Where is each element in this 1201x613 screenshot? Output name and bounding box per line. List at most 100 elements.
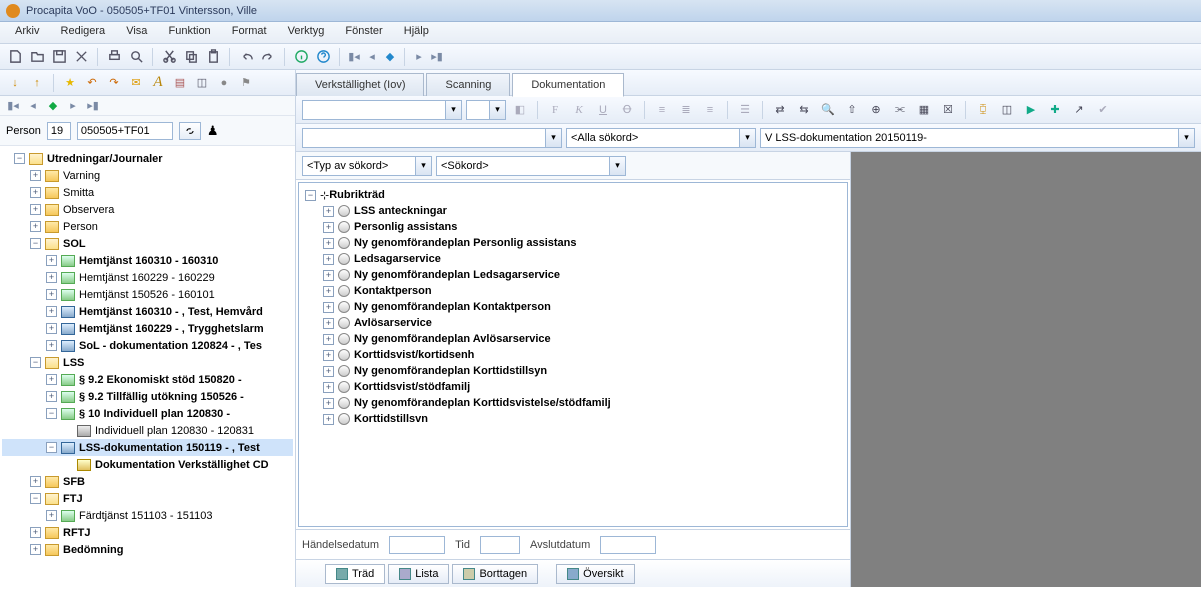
expand-icon[interactable]: + xyxy=(323,398,334,409)
paste-icon[interactable] xyxy=(204,48,222,66)
tree-item[interactable]: Hemtjänst 160310 - 160310 xyxy=(79,255,218,267)
tree-smitta[interactable]: Smitta xyxy=(63,187,94,199)
circle-icon[interactable]: ● xyxy=(215,74,233,92)
expand-icon[interactable]: + xyxy=(46,289,57,300)
down-arrow-icon[interactable]: ↓ xyxy=(6,74,24,92)
note-icon[interactable]: ◫ xyxy=(193,74,211,92)
insert-icon[interactable]: ⊕ xyxy=(866,100,886,120)
tree-item[interactable]: SoL - dokumentation 120824 - , Tes xyxy=(79,340,262,352)
tree-root[interactable]: Utredningar/Journaler xyxy=(47,153,163,165)
rub-item[interactable]: Korttidsvist/kortidsenh xyxy=(354,349,474,361)
menu-verktyg[interactable]: Verktyg xyxy=(279,22,334,40)
check-icon[interactable]: ✔ xyxy=(1093,100,1113,120)
rub-item[interactable]: Ny genomförandeplan Avlösarservice xyxy=(354,333,551,345)
menu-arkiv[interactable]: Arkiv xyxy=(6,22,48,40)
open-icon[interactable] xyxy=(28,48,46,66)
first-icon[interactable]: ▮◂ xyxy=(347,48,361,66)
up-arrow-icon[interactable]: ↑ xyxy=(28,74,46,92)
undo-icon[interactable] xyxy=(237,48,255,66)
collapse-icon[interactable]: − xyxy=(30,357,41,368)
preview-icon[interactable] xyxy=(127,48,145,66)
expand-icon[interactable]: + xyxy=(30,527,41,538)
collapse-icon[interactable]: − xyxy=(30,493,41,504)
script-a-icon[interactable]: A xyxy=(149,74,167,92)
filter-sokord-combo[interactable]: <Alla sökord>▾ xyxy=(566,128,756,148)
rubrik-tree[interactable]: −⊹ Rubrikträd +LSS anteckningar+Personli… xyxy=(298,182,848,527)
tree-person[interactable]: Person xyxy=(63,221,98,233)
expand-icon[interactable]: + xyxy=(323,286,334,297)
save-icon[interactable] xyxy=(50,48,68,66)
person-silhouette-icon[interactable]: ♟ xyxy=(207,123,219,139)
italic-button[interactable]: K xyxy=(569,100,589,120)
tree-bed[interactable]: Bedömning xyxy=(63,544,124,556)
collapse-icon[interactable]: − xyxy=(305,190,316,201)
expand-icon[interactable]: + xyxy=(46,306,57,317)
expand-icon[interactable]: + xyxy=(30,544,41,555)
image-icon[interactable]: ☒ xyxy=(938,100,958,120)
expand-icon[interactable]: + xyxy=(323,302,334,313)
expand-icon[interactable]: + xyxy=(46,255,57,266)
last-icon[interactable]: ▸▮ xyxy=(430,48,444,66)
btab-lista[interactable]: Lista xyxy=(388,564,449,584)
rub-item[interactable]: Ny genomförandeplan Personlig assistans xyxy=(354,237,577,249)
nav-prev-icon[interactable]: ◂ xyxy=(26,99,40,112)
card-icon[interactable]: ▤ xyxy=(171,74,189,92)
attach-icon[interactable]: ◫ xyxy=(997,100,1017,120)
collapse-icon[interactable]: − xyxy=(14,153,25,164)
nav-next-icon[interactable]: ▸ xyxy=(66,99,80,112)
rub-item[interactable]: Ledsagarservice xyxy=(354,253,441,265)
tab-dokumentation[interactable]: Dokumentation xyxy=(512,73,624,97)
align-right-icon[interactable]: ≡ xyxy=(700,100,720,120)
expand-icon[interactable]: + xyxy=(30,221,41,232)
next-icon[interactable]: ▸ xyxy=(412,48,426,66)
add-icon[interactable]: ✚ xyxy=(1045,100,1065,120)
tree-item[interactable]: § 10 Individuell plan 120830 - xyxy=(79,408,230,420)
rub-item[interactable]: Ny genomförandeplan Korttidstillsyn xyxy=(354,365,547,377)
menu-redigera[interactable]: Redigera xyxy=(52,22,115,40)
expand-icon[interactable]: + xyxy=(30,204,41,215)
chevron-down-icon[interactable]: ▾ xyxy=(489,101,505,119)
menu-fonster[interactable]: Fönster xyxy=(336,22,391,40)
handelse-input[interactable] xyxy=(389,536,445,554)
expand-icon[interactable]: + xyxy=(323,334,334,345)
menu-hjalp[interactable]: Hjälp xyxy=(395,22,438,40)
chevron-down-icon[interactable]: ▾ xyxy=(415,157,431,175)
nav-curr-icon[interactable]: ◆ xyxy=(46,99,60,112)
mail-icon[interactable]: ✉ xyxy=(127,74,145,92)
tree-rftj[interactable]: RFTJ xyxy=(63,527,91,539)
expand-icon[interactable]: + xyxy=(323,414,334,425)
underline-button[interactable]: U xyxy=(593,100,613,120)
tree-sol[interactable]: SOL xyxy=(63,238,86,250)
align-center-icon[interactable]: ≣ xyxy=(676,100,696,120)
help-icon[interactable] xyxy=(314,48,332,66)
align-left-icon[interactable]: ≡ xyxy=(652,100,672,120)
expand-icon[interactable]: + xyxy=(323,270,334,281)
expand-icon[interactable]: + xyxy=(323,206,334,217)
copy-icon[interactable] xyxy=(182,48,200,66)
expand-icon[interactable]: + xyxy=(30,170,41,181)
font-size-combo[interactable]: ▾ xyxy=(466,100,506,120)
tree-item[interactable]: Hemtjänst 160229 - 160229 xyxy=(79,272,215,284)
signal-icon[interactable]: ⧮ xyxy=(973,100,993,120)
redo2-icon[interactable]: ↷ xyxy=(105,74,123,92)
menu-visa[interactable]: Visa xyxy=(117,22,156,40)
chevron-down-icon[interactable]: ▾ xyxy=(739,129,755,147)
expand-icon[interactable]: + xyxy=(323,350,334,361)
search-icon[interactable]: 🔍 xyxy=(818,100,838,120)
undo2-icon[interactable]: ↶ xyxy=(83,74,101,92)
expand-icon[interactable]: + xyxy=(46,510,57,521)
tree-item[interactable]: Individuell plan 120830 - 120831 xyxy=(95,425,254,437)
btab-borttagen[interactable]: Borttagen xyxy=(452,564,538,584)
expand-icon[interactable]: + xyxy=(323,254,334,265)
replace-icon[interactable]: ⇧ xyxy=(842,100,862,120)
expand-icon[interactable]: + xyxy=(46,374,57,385)
chevron-down-icon[interactable]: ▾ xyxy=(1178,129,1194,147)
tab-scanning[interactable]: Scanning xyxy=(426,73,510,96)
expand-icon[interactable]: + xyxy=(323,238,334,249)
play-icon[interactable]: ▶ xyxy=(1021,100,1041,120)
expand-icon[interactable]: + xyxy=(323,318,334,329)
tree-varning[interactable]: Varning xyxy=(63,170,100,182)
tree-obs[interactable]: Observera xyxy=(63,204,114,216)
rub-item[interactable]: Personlig assistans xyxy=(354,221,457,233)
tree-ftj[interactable]: FTJ xyxy=(63,493,83,505)
